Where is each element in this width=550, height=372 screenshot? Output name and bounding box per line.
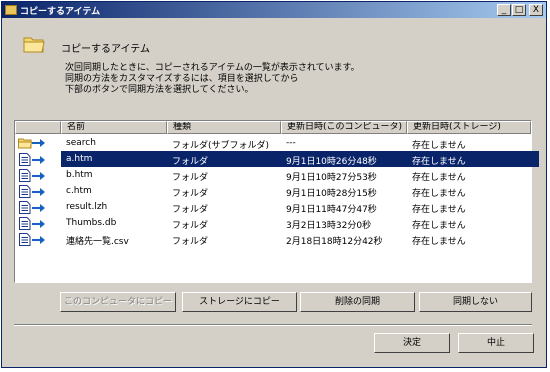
column-header-local-modified[interactable]: 更新日時(このコンピュータ) <box>281 121 407 134</box>
table-row[interactable]: result.lzh フォルダ 9月1日11時47分47秒 存在しません <box>15 199 531 215</box>
row-type: フォルダ <box>172 189 209 199</box>
document-arrow-icon <box>18 217 46 230</box>
table-row[interactable]: Thumbs.db フォルダ 3月2日13時32分0秒 存在しません <box>15 215 531 231</box>
row-name: result.lzh <box>66 202 108 212</box>
row-local-modified: 3月2日13時32分0秒 <box>286 221 372 231</box>
row-name: Thumbs.db <box>66 218 117 228</box>
table-row[interactable]: c.htm フォルダ 9月1日10時28分15秒 存在しません <box>15 183 531 199</box>
dialog-window: コピーするアイテム _ □ X コピーするアイテム 次回同期したときに、コピーさ… <box>1 1 547 368</box>
row-storage-modified: 存在しません <box>412 173 466 183</box>
row-storage-modified: 存在しません <box>412 189 466 199</box>
description-line: 下部のボタンで同期方法を選択してください。 <box>65 85 254 95</box>
ok-button[interactable]: 決定 <box>374 333 450 353</box>
folder-icon <box>5 5 17 15</box>
no-sync-button[interactable]: 同期しない <box>419 292 532 312</box>
row-local-modified: --- <box>286 138 296 148</box>
row-name: b.htm <box>66 170 93 180</box>
row-type: フォルダ(サブフォルダ) <box>172 141 270 151</box>
document-arrow-icon <box>18 169 46 182</box>
title-bar[interactable]: コピーするアイテム _ □ X <box>2 2 546 18</box>
document-arrow-icon <box>18 233 46 246</box>
description-line: 次回同期したときに、コピーされるアイテムの一覧が表示されています。 <box>65 63 360 73</box>
row-local-modified: 9月1日10時27分53秒 <box>286 173 377 183</box>
column-header-icon[interactable] <box>15 121 61 134</box>
row-local-modified: 9月1日10時28分15秒 <box>286 189 377 199</box>
row-name: 連絡先一覧.csv <box>66 237 129 247</box>
column-header-storage-modified[interactable]: 更新日時(ストレージ) <box>407 121 531 134</box>
table-row[interactable]: search フォルダ(サブフォルダ) --- 存在しません <box>15 135 531 151</box>
separator <box>14 324 532 326</box>
maximize-button[interactable]: □ <box>512 4 526 16</box>
row-name: search <box>66 138 96 148</box>
row-type: フォルダ <box>172 221 209 231</box>
row-storage-modified: 存在しません <box>412 157 466 167</box>
close-button[interactable]: X <box>529 4 543 16</box>
row-type: フォルダ <box>172 173 209 183</box>
document-arrow-icon <box>18 201 46 214</box>
table-row[interactable]: b.htm フォルダ 9月1日10時27分53秒 存在しません <box>15 167 531 183</box>
row-type: フォルダ <box>172 205 209 215</box>
sync-delete-button[interactable]: 削除の同期 <box>300 292 415 312</box>
column-header-type[interactable]: 種類 <box>167 121 281 134</box>
copy-to-storage-button[interactable]: ストレージにコピー <box>182 292 297 312</box>
row-type: フォルダ <box>172 237 209 247</box>
copy-to-computer-button[interactable]: このコンピュータにコピー <box>60 292 176 312</box>
folder-icon <box>23 37 45 53</box>
column-header-name[interactable]: 名前 <box>61 121 167 134</box>
row-storage-modified: 存在しません <box>412 221 466 231</box>
row-local-modified: 9月1日10時26分48秒 <box>286 157 377 167</box>
document-arrow-icon <box>18 153 46 166</box>
row-storage-modified: 存在しません <box>412 237 466 247</box>
row-local-modified: 2月18日18時12分42秒 <box>286 237 383 247</box>
row-type: フォルダ <box>172 157 209 167</box>
table-row[interactable]: 連絡先一覧.csv フォルダ 2月18日18時12分42秒 存在しません <box>15 231 531 247</box>
row-local-modified: 9月1日11時47分47秒 <box>286 205 377 215</box>
row-storage-modified: 存在しません <box>412 141 466 151</box>
folder-arrow-icon <box>18 137 46 149</box>
document-arrow-icon <box>18 185 46 198</box>
description-line: 同期の方法をカスタマイズするには、項目を選択してから <box>65 74 299 84</box>
items-list[interactable]: 名前 種類 更新日時(このコンピュータ) 更新日時(ストレージ) search フ… <box>14 120 539 283</box>
row-storage-modified: 存在しません <box>412 205 466 215</box>
page-title: コピーするアイテム <box>61 44 150 55</box>
minimize-button[interactable]: _ <box>497 4 511 16</box>
table-row[interactable]: a.htm フォルダ 9月1日10時26分48秒 存在しません <box>15 151 539 167</box>
description: 次回同期したときに、コピーされるアイテムの一覧が表示されています。 同期の方法を… <box>65 63 360 96</box>
cancel-button[interactable]: 中止 <box>458 333 534 353</box>
window-title: コピーするアイテム <box>20 6 101 17</box>
row-name: c.htm <box>66 186 92 196</box>
row-name: a.htm <box>66 154 93 164</box>
